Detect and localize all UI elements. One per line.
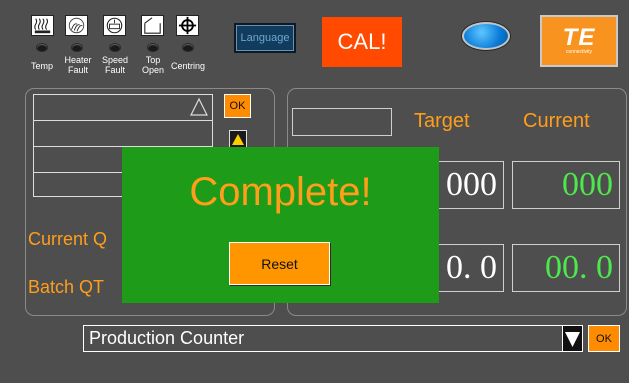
- centring-label: Centring: [170, 61, 206, 71]
- current-batch-field: 00. 0: [512, 244, 620, 292]
- heat-waves-icon: [65, 15, 88, 36]
- speed-fault-led: [110, 44, 120, 51]
- speed-fault-label: Speed Fault: [101, 55, 129, 75]
- arrow-up-icon: [232, 134, 244, 145]
- list-item[interactable]: [34, 121, 212, 147]
- heater-fault-label: Heater Fault: [64, 55, 92, 75]
- complete-dialog: Complete! Reset: [122, 147, 439, 303]
- dropdown-toggle[interactable]: [562, 325, 583, 352]
- current-header: Current: [523, 110, 590, 132]
- top-open-led: [148, 44, 158, 51]
- complete-title: Complete!: [189, 170, 372, 214]
- language-button[interactable]: Language: [234, 23, 296, 53]
- mode-dropdown[interactable]: Production Counter: [83, 325, 581, 352]
- calibration-alert[interactable]: CAL!: [322, 17, 402, 67]
- status-lamp: [462, 22, 510, 50]
- target-header: Target: [414, 110, 470, 132]
- te-logo-sub: connectivity: [565, 49, 593, 55]
- centring-led: [183, 44, 193, 51]
- te-logo-mark: TE: [562, 24, 596, 51]
- triangle-up-icon: [190, 97, 208, 116]
- chevron-down-icon: [565, 332, 580, 347]
- scroll-up-button[interactable]: [229, 130, 247, 148]
- heater-coil-icon: [31, 15, 54, 36]
- batch-qty-label: Batch QT: [28, 277, 105, 297]
- values-name-field[interactable]: [292, 108, 392, 136]
- te-logo: TE connectivity: [540, 15, 618, 67]
- heater-fault-led: [72, 44, 82, 51]
- temp-led: [37, 44, 47, 51]
- top-open-label: Top Open: [141, 55, 165, 75]
- reset-button[interactable]: Reset: [229, 242, 330, 285]
- speed-gauge-icon: [103, 15, 126, 36]
- footer-ok-button[interactable]: OK: [588, 325, 620, 352]
- list-item[interactable]: [34, 95, 212, 121]
- lid-open-icon: [141, 15, 164, 36]
- crosshair-icon: [176, 15, 199, 36]
- current-qty-field: 000: [512, 161, 620, 209]
- counter-ok-button[interactable]: OK: [224, 94, 251, 118]
- current-qty-label: Current Q: [28, 229, 108, 249]
- temp-label: Temp: [30, 61, 53, 71]
